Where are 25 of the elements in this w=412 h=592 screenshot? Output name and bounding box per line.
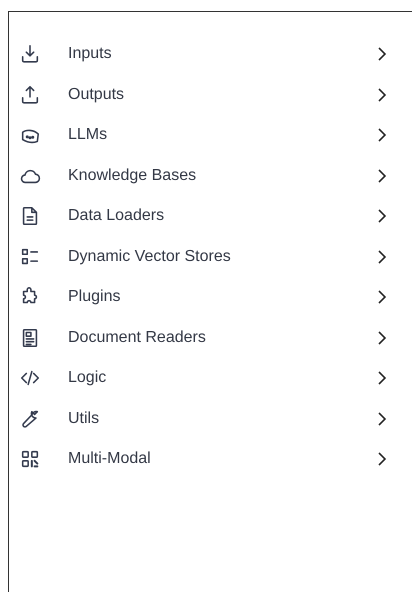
chevron-right-icon (376, 168, 388, 184)
chevron-right-icon (376, 330, 388, 346)
chevron-right-icon (376, 127, 388, 144)
upload-icon (19, 84, 41, 106)
menu-item[interactable]: Dynamic Vector Stores (9, 236, 412, 277)
chevron-right-icon (376, 86, 388, 103)
chevron-right-icon (376, 248, 388, 265)
qr-code-icon (19, 448, 41, 470)
chevron-right-icon (376, 208, 388, 224)
menu-item[interactable]: Outputs (9, 74, 412, 115)
menu-item[interactable]: Logic (9, 358, 412, 398)
menu-item[interactable]: Multi-Modal (9, 439, 412, 480)
chevron-right-icon (376, 410, 388, 427)
menu-item[interactable]: Document Readers (9, 318, 412, 358)
chevron-right-icon (376, 46, 388, 62)
menu-item[interactable]: Inputs (9, 34, 412, 74)
menu-item[interactable]: Knowledge Bases (9, 156, 412, 196)
download-icon (19, 43, 41, 66)
menu-item[interactable]: LLMs (9, 115, 412, 156)
chevron-right-icon (376, 289, 388, 306)
chevron-right-icon (376, 370, 388, 386)
menu-item[interactable]: Plugins (9, 277, 412, 318)
menu-item[interactable]: Utils (9, 398, 412, 439)
menu-item[interactable]: Data Loaders (9, 196, 412, 236)
chevron-right-icon (376, 451, 388, 468)
